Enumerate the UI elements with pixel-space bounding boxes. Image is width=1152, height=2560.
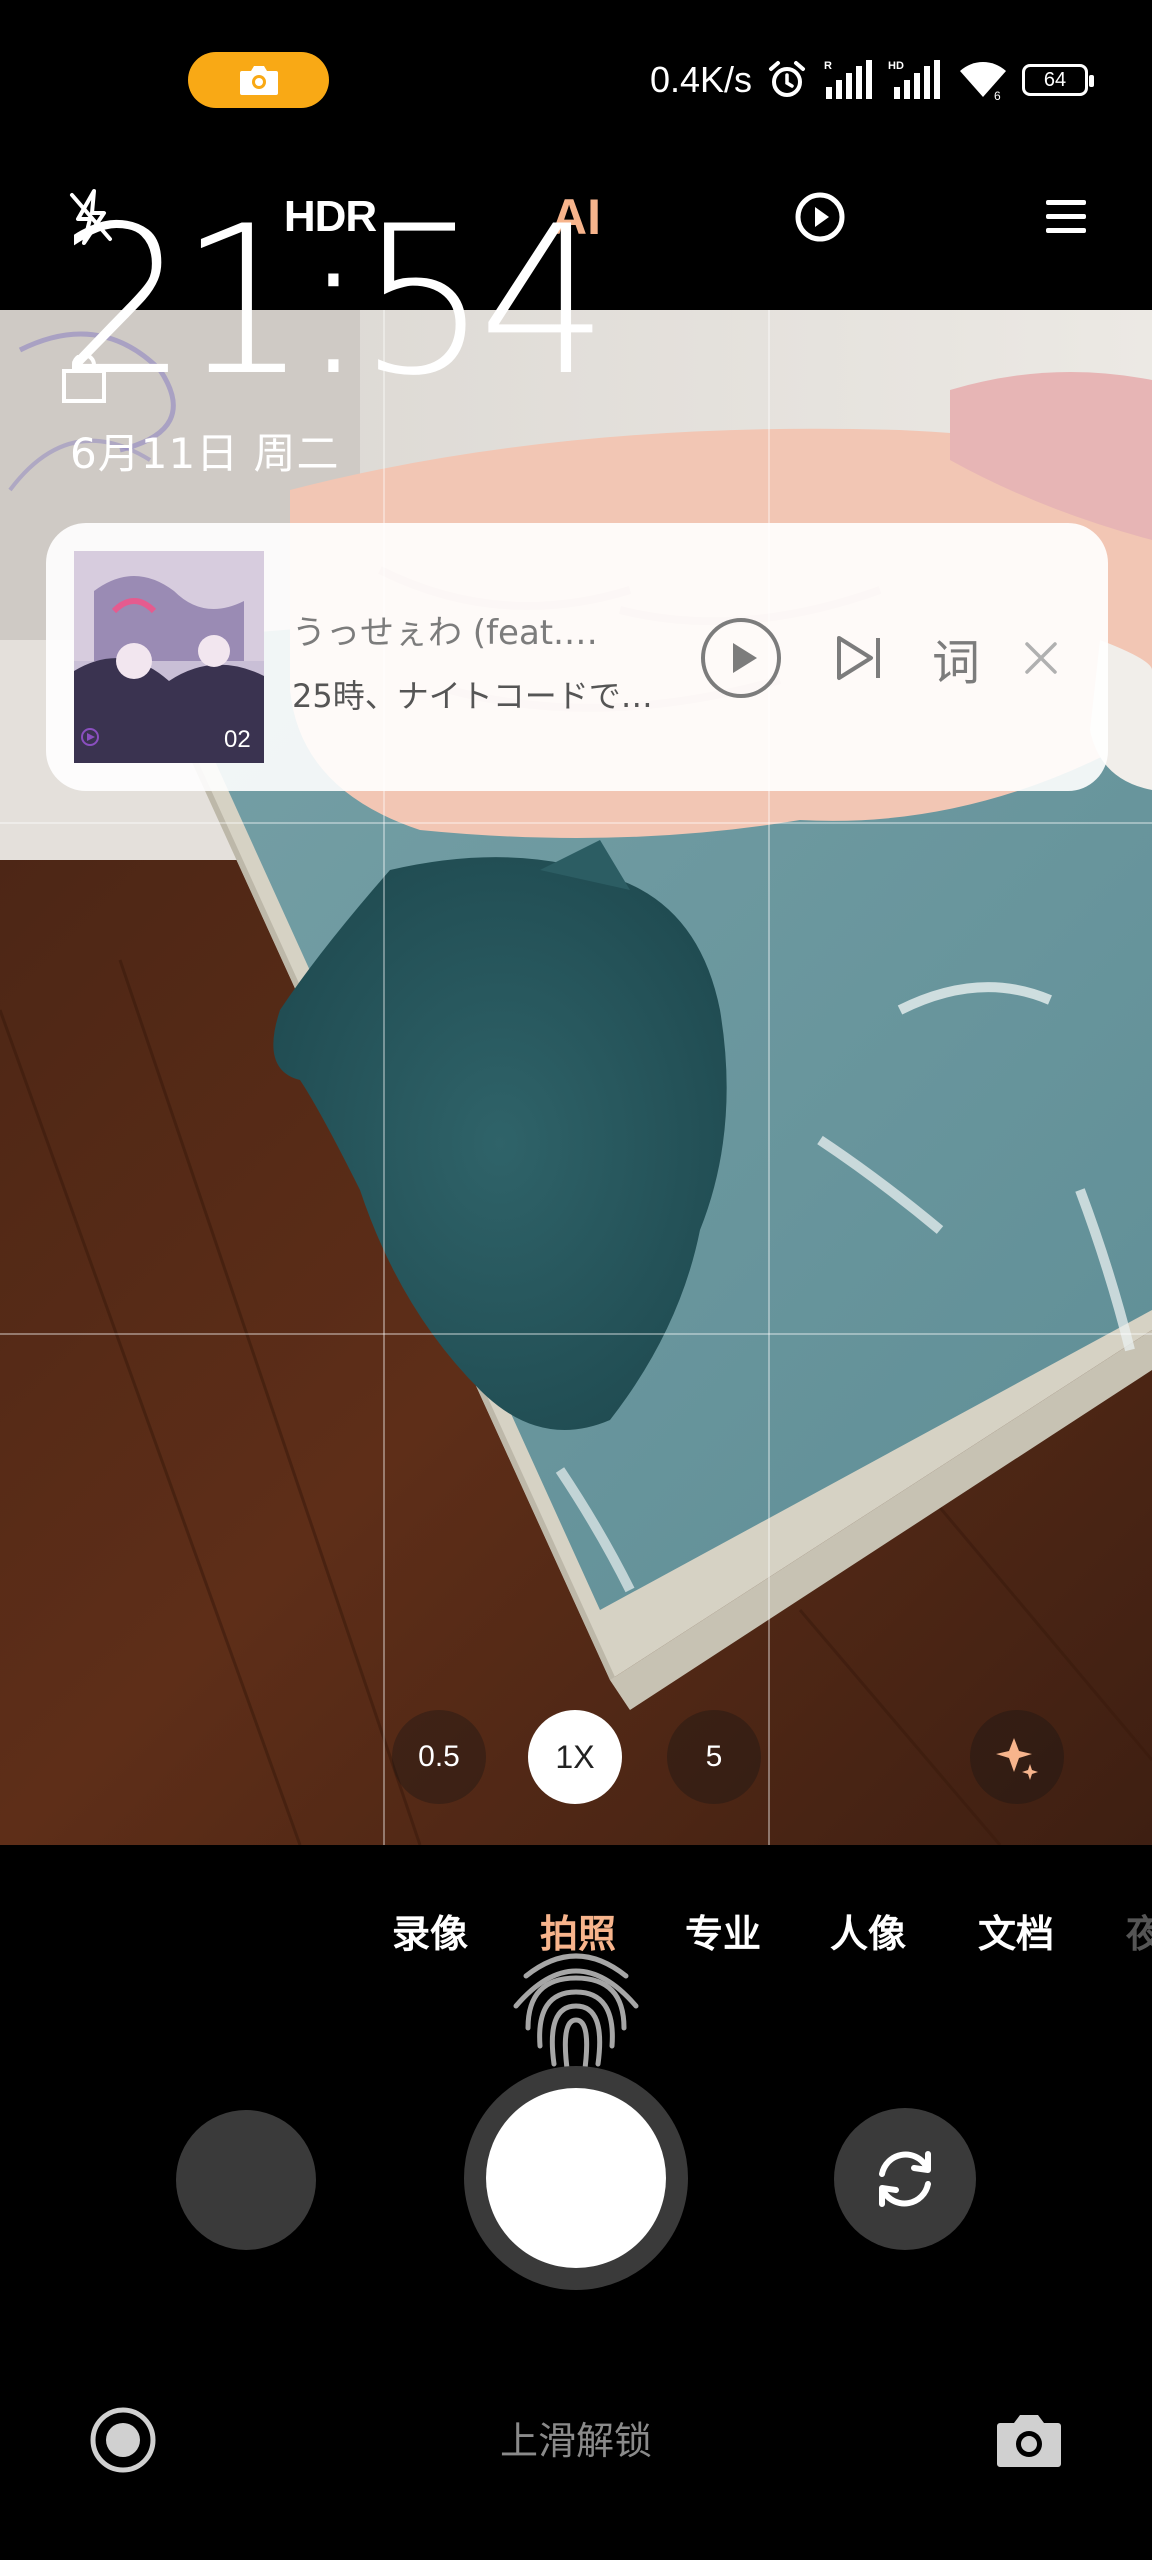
close-music-button[interactable] <box>1006 613 1076 703</box>
mode-night[interactable]: 夜 <box>1126 1903 1152 1958</box>
beauty-filter-button[interactable] <box>970 1710 1064 1804</box>
album-vol-number: 02 <box>224 726 251 753</box>
lyrics-button[interactable]: 词 <box>916 613 996 703</box>
status-bar: 0.4K/s R HD 6 64 <box>0 0 1152 160</box>
song-title: うっせぇわ (feat.… <box>292 613 598 653</box>
zoom-5-button[interactable]: 5 <box>667 1710 761 1804</box>
battery-level: 64 <box>1043 68 1067 91</box>
lock-clock: 21:54 <box>58 183 609 421</box>
lyrics-label: 词 <box>931 635 980 691</box>
camera-shortcut-icon[interactable] <box>994 2405 1064 2475</box>
song-artist: 25時、ナイトコードで… <box>292 677 653 715</box>
motion-photo-button[interactable] <box>785 182 855 252</box>
switch-camera-icon <box>879 2151 931 2207</box>
switch-camera-button[interactable] <box>834 2108 976 2250</box>
lock-date: 6月11日 周二 <box>70 429 340 478</box>
album-art-image: 02 <box>74 551 264 763</box>
play-icon <box>701 618 781 698</box>
signal-strength-icon: R <box>824 60 872 99</box>
battery-indicator: 64 <box>1022 64 1094 96</box>
play-circle-icon <box>795 192 845 242</box>
camera-in-use-indicator[interactable] <box>188 52 329 108</box>
skip-next-icon <box>837 636 880 680</box>
zoom-1x-button[interactable]: 1X <box>528 1710 622 1804</box>
grid-line <box>0 1333 1152 1335</box>
mode-document[interactable]: 文档 <box>978 1903 1054 1958</box>
fingerprint-icon[interactable] <box>496 1936 656 2086</box>
close-icon <box>1025 642 1057 674</box>
alarm-icon <box>769 61 805 97</box>
hd-signal-strength-icon: HD <box>888 60 940 99</box>
shutter-inner <box>486 2088 666 2268</box>
status-indicators: 0.4K/s R HD 6 64 <box>649 56 1094 104</box>
camera-icon <box>239 66 278 95</box>
mode-pro[interactable]: 专业 <box>685 1903 761 1958</box>
network-speed: 0.4K/s <box>649 59 752 100</box>
hd-label: HD <box>888 60 904 72</box>
mode-video[interactable]: 录像 <box>392 1903 468 1958</box>
shutter-button[interactable] <box>464 2066 688 2290</box>
zoom-0-5-button[interactable]: 0.5 <box>392 1710 486 1804</box>
lock-icon <box>62 355 106 403</box>
sparkle-icon <box>996 1738 1038 1780</box>
roaming-label: R <box>824 60 832 72</box>
wifi-icon: 6 <box>960 62 1006 101</box>
svg-text:6: 6 <box>994 89 1001 101</box>
grid-line <box>0 822 1152 824</box>
menu-button[interactable] <box>1036 182 1096 252</box>
gallery-thumbnail-button[interactable] <box>176 2110 316 2250</box>
play-button[interactable] <box>696 613 786 703</box>
menu-icon <box>1046 200 1086 233</box>
next-track-button[interactable] <box>824 613 894 703</box>
album-art: 02 <box>74 551 264 763</box>
swipe-up-unlock-hint: 上滑解锁 <box>499 2419 652 2463</box>
music-player-card[interactable]: 02 うっせぇわ (feat.… 25時、ナイトコードで… 词 <box>46 523 1108 791</box>
mode-portrait[interactable]: 人像 <box>830 1903 906 1958</box>
